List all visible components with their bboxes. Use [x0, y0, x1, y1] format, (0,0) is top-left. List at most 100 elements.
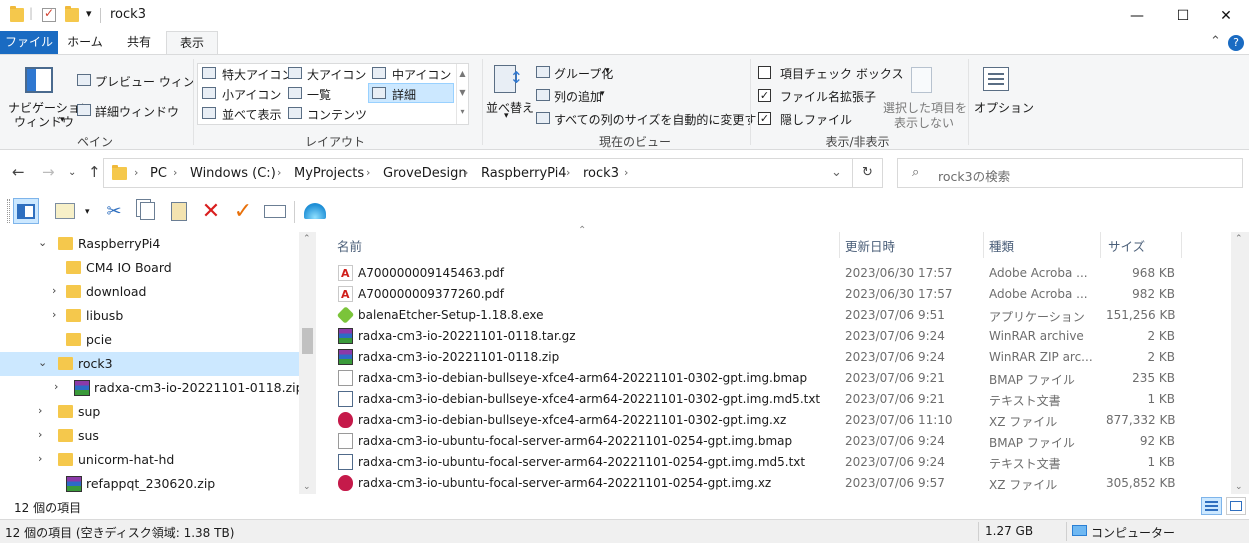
- check-icon[interactable]: ✓: [230, 198, 256, 224]
- tree-item[interactable]: › sus: [0, 424, 300, 448]
- column-header-type[interactable]: 種類: [989, 236, 1014, 255]
- navigation-pane-label-2[interactable]: ウィンドウ: [14, 113, 74, 130]
- address-bar[interactable]: › PC › Windows (C:) › MyProjects › Grove…: [103, 158, 853, 188]
- tab-view[interactable]: 表示: [166, 31, 218, 54]
- search-input[interactable]: ⌕ rock3の検索: [897, 158, 1243, 188]
- layout-details[interactable]: 詳細: [392, 86, 416, 103]
- chevron-down-icon[interactable]: ▾: [504, 111, 509, 121]
- chevron-right-icon[interactable]: ›: [38, 452, 42, 465]
- tree-item[interactable]: ⌄ rock3: [0, 352, 300, 376]
- column-header-name[interactable]: 名前: [337, 236, 362, 255]
- breadcrumb-windows-c[interactable]: Windows (C:): [190, 166, 276, 181]
- chevron-right-icon[interactable]: ›: [277, 166, 281, 179]
- shell-icon[interactable]: [302, 198, 328, 224]
- chevron-right-icon[interactable]: ›: [624, 166, 628, 179]
- tab-share[interactable]: 共有: [112, 31, 166, 54]
- column-separator[interactable]: [983, 232, 984, 258]
- help-button[interactable]: ?: [1228, 35, 1244, 51]
- chevron-right-icon[interactable]: ›: [38, 404, 42, 417]
- breadcrumb-pc[interactable]: PC: [150, 166, 167, 181]
- chevron-down-icon[interactable]: ▾: [85, 207, 90, 217]
- chevron-right-icon[interactable]: ›: [134, 166, 138, 179]
- layout-content[interactable]: コンテンツ: [307, 106, 367, 123]
- fit-all-columns-button[interactable]: すべての列のサイズを自動的に変更する: [554, 111, 768, 128]
- tree-item[interactable]: CM4 IO Board: [0, 256, 300, 280]
- layout-small-icons[interactable]: 小アイコン: [222, 86, 281, 103]
- file-row[interactable]: balenaEtcher-Setup-1.18.8.exe 2023/07/06 …: [316, 305, 1196, 326]
- toolbar-grip[interactable]: [7, 199, 10, 223]
- add-columns-button[interactable]: 列の追加: [554, 88, 602, 105]
- file-extensions-label[interactable]: ファイル名拡張子: [780, 88, 876, 105]
- column-header-date[interactable]: 更新日時: [845, 236, 895, 255]
- address-history-chevron-icon[interactable]: ⌄: [831, 165, 842, 180]
- chevron-right-icon[interactable]: ›: [54, 380, 58, 393]
- file-row[interactable]: radxa-cm3-io-ubuntu-focal-server-arm64-2…: [316, 452, 1196, 473]
- layout-tiles[interactable]: 並べて表示: [222, 106, 282, 123]
- file-row[interactable]: radxa-cm3-io-debian-bullseye-xfce4-arm64…: [316, 389, 1196, 410]
- close-button[interactable]: ✕: [1203, 0, 1249, 31]
- forward-arrow-icon[interactable]: →: [42, 163, 55, 181]
- item-checkboxes-checkbox[interactable]: [758, 66, 771, 79]
- hidden-items-label[interactable]: 隠しファイル: [780, 111, 852, 128]
- delete-icon[interactable]: ✕: [198, 198, 224, 224]
- back-arrow-icon[interactable]: ←: [12, 163, 25, 181]
- view-menu-button[interactable]: [52, 198, 78, 224]
- layout-gallery-scroll[interactable]: ▲ ▼ ▾: [456, 64, 468, 124]
- pane-toggle-button[interactable]: [13, 198, 39, 224]
- properties-icon[interactable]: ✓: [42, 6, 56, 22]
- chevron-down-icon[interactable]: ▾: [60, 115, 65, 125]
- tree-item[interactable]: › libusb: [0, 304, 300, 328]
- file-row[interactable]: radxa-cm3-io-ubuntu-focal-server-arm64-2…: [316, 431, 1196, 452]
- layout-medium-icons[interactable]: 中アイコン: [392, 66, 451, 83]
- chevron-right-icon[interactable]: ›: [464, 166, 468, 179]
- breadcrumb-grovedesign[interactable]: GroveDesign: [383, 166, 467, 181]
- tree-item[interactable]: › unicorm-hat-hd: [0, 448, 300, 472]
- tab-file[interactable]: ファイル: [0, 31, 58, 54]
- hidden-items-checkbox[interactable]: ✓: [758, 112, 771, 125]
- tree-item[interactable]: › sup: [0, 400, 300, 424]
- chevron-right-icon[interactable]: ›: [52, 308, 56, 321]
- tree-item[interactable]: › radxa-cm3-io-20221101-0118.zip: [0, 376, 304, 400]
- layout-list[interactable]: 一覧: [307, 86, 331, 103]
- breadcrumb-raspberrypi4[interactable]: RaspberryPi4: [481, 166, 567, 181]
- navigation-pane-icon[interactable]: [25, 67, 53, 93]
- minimize-button[interactable]: —: [1114, 0, 1160, 31]
- file-row[interactable]: radxa-cm3-io-ubuntu-focal-server-arm64-2…: [316, 473, 1196, 494]
- chevron-down-icon[interactable]: ⌄: [38, 236, 47, 249]
- maximize-button[interactable]: ☐: [1160, 0, 1206, 31]
- layout-large-icons[interactable]: 大アイコン: [307, 66, 366, 83]
- chevron-right-icon[interactable]: ›: [173, 166, 177, 179]
- scissors-icon[interactable]: ✂: [101, 198, 127, 224]
- nav-pane-scrollbar[interactable]: ⌃ ⌄: [299, 232, 316, 494]
- recent-locations-chevron-icon[interactable]: ⌄: [68, 167, 76, 178]
- column-separator[interactable]: [839, 232, 840, 258]
- tree-item[interactable]: pcie: [0, 328, 300, 352]
- column-separator[interactable]: [1181, 232, 1182, 258]
- layout-extra-large-icons[interactable]: 特大アイコン: [222, 66, 293, 83]
- quick-access-dropdown[interactable]: ▾: [86, 7, 92, 20]
- breadcrumb-rock3[interactable]: rock3: [583, 166, 619, 181]
- chevron-down-icon[interactable]: ⌄: [38, 356, 47, 369]
- large-icons-view-button[interactable]: [1226, 497, 1246, 515]
- file-row[interactable]: A A700000009377260.pdf 2023/06/30 17:57 Ado…: [316, 284, 1196, 305]
- details-pane-button[interactable]: 詳細ウィンドウ: [95, 103, 179, 120]
- copy-icon[interactable]: [134, 198, 160, 224]
- chevron-right-icon[interactable]: ›: [52, 284, 56, 297]
- refresh-button[interactable]: ↻: [853, 158, 883, 188]
- file-row[interactable]: radxa-cm3-io-20221101-0118.zip 2023/07/06…: [316, 347, 1196, 368]
- new-folder-icon[interactable]: [65, 6, 79, 22]
- details-view-button[interactable]: [1201, 497, 1222, 515]
- chevron-down-icon[interactable]: ▾: [600, 89, 605, 99]
- file-row[interactable]: radxa-cm3-io-debian-bullseye-xfce4-arm64…: [316, 410, 1196, 431]
- tree-item[interactable]: ⌄ RaspberryPi4: [0, 232, 300, 256]
- chevron-right-icon[interactable]: ›: [566, 166, 570, 179]
- file-row[interactable]: A A700000009145463.pdf 2023/06/30 17:57 Ado…: [316, 263, 1196, 284]
- up-arrow-icon[interactable]: ↑: [88, 163, 101, 181]
- chevron-down-icon[interactable]: ▾: [605, 66, 610, 76]
- item-checkboxes-label[interactable]: 項目チェック ボックス: [780, 65, 903, 82]
- chevron-right-icon[interactable]: ›: [38, 428, 42, 441]
- sort-by-button[interactable]: 並べ替え: [486, 99, 534, 116]
- paste-icon[interactable]: [166, 198, 192, 224]
- rename-icon[interactable]: [262, 198, 288, 224]
- file-row[interactable]: radxa-cm3-io-20221101-0118.tar.gz 2023/07…: [316, 326, 1196, 347]
